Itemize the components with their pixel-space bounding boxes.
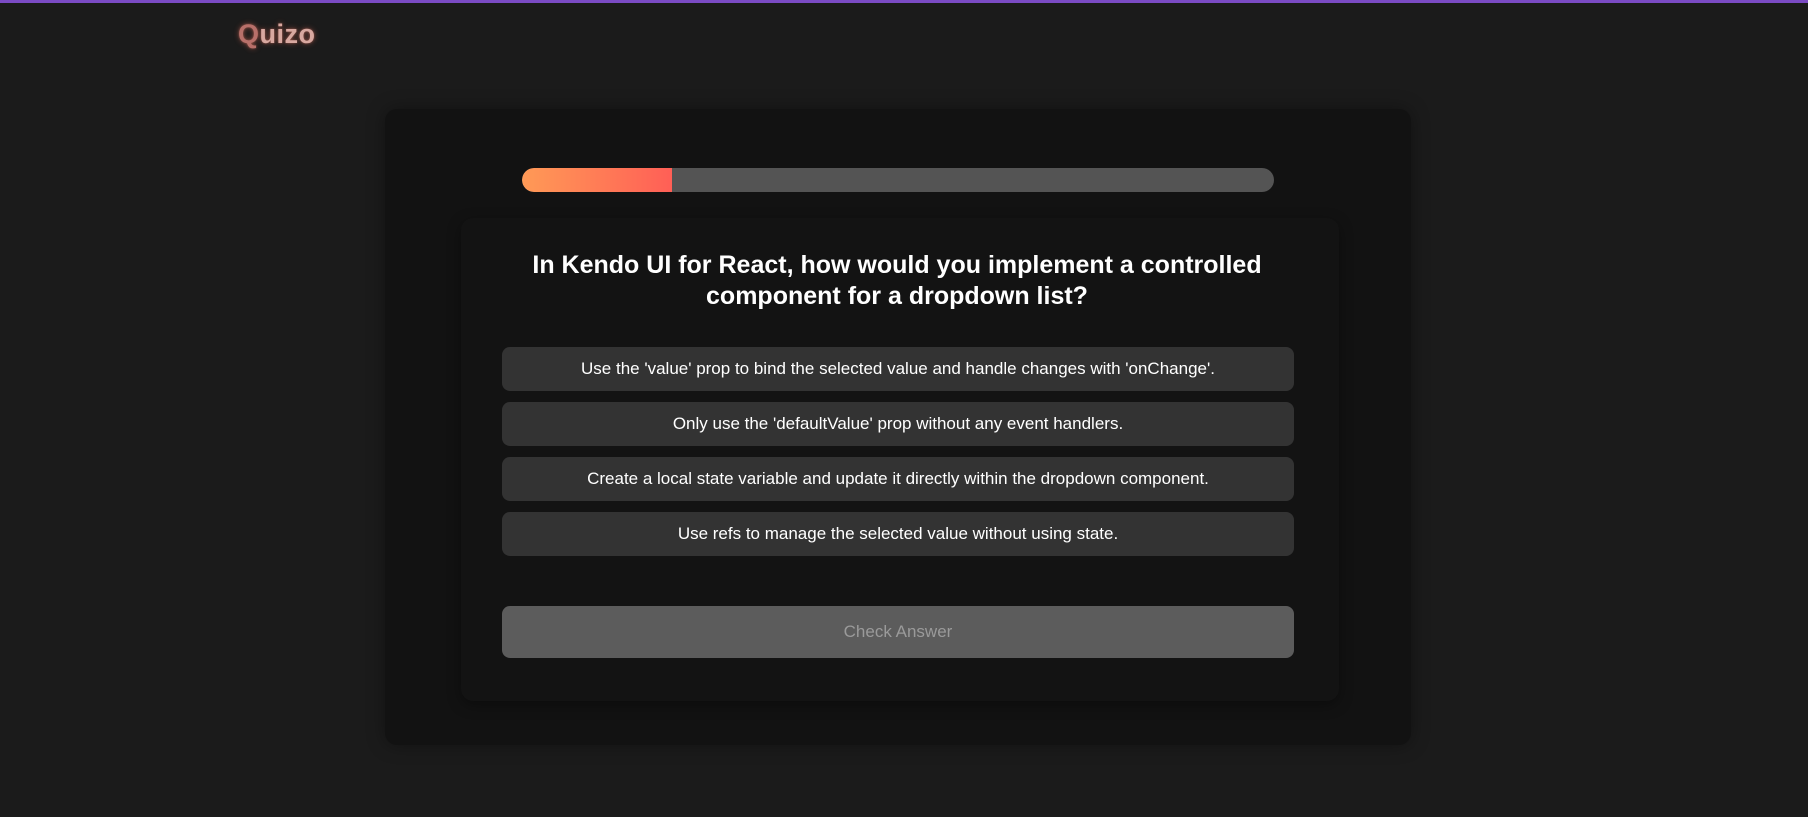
- check-answer-button[interactable]: Check Answer: [502, 606, 1294, 658]
- answer-options: Use the 'value' prop to bind the selecte…: [502, 347, 1294, 567]
- option-4[interactable]: Use refs to manage the selected value wi…: [502, 512, 1294, 556]
- app-logo[interactable]: Quizo: [238, 19, 316, 50]
- logo-first-letter: Q: [238, 19, 260, 49]
- option-1[interactable]: Use the 'value' prop to bind the selecte…: [502, 347, 1294, 391]
- option-3[interactable]: Create a local state variable and update…: [502, 457, 1294, 501]
- option-2[interactable]: Only use the 'defaultValue' prop without…: [502, 402, 1294, 446]
- top-accent-bar: [0, 0, 1808, 3]
- question-text: In Kendo UI for React, how would you imp…: [532, 251, 1262, 310]
- logo-rest: uizo: [259, 19, 316, 49]
- progress-bar: [522, 168, 1274, 192]
- progress-fill: [522, 168, 673, 192]
